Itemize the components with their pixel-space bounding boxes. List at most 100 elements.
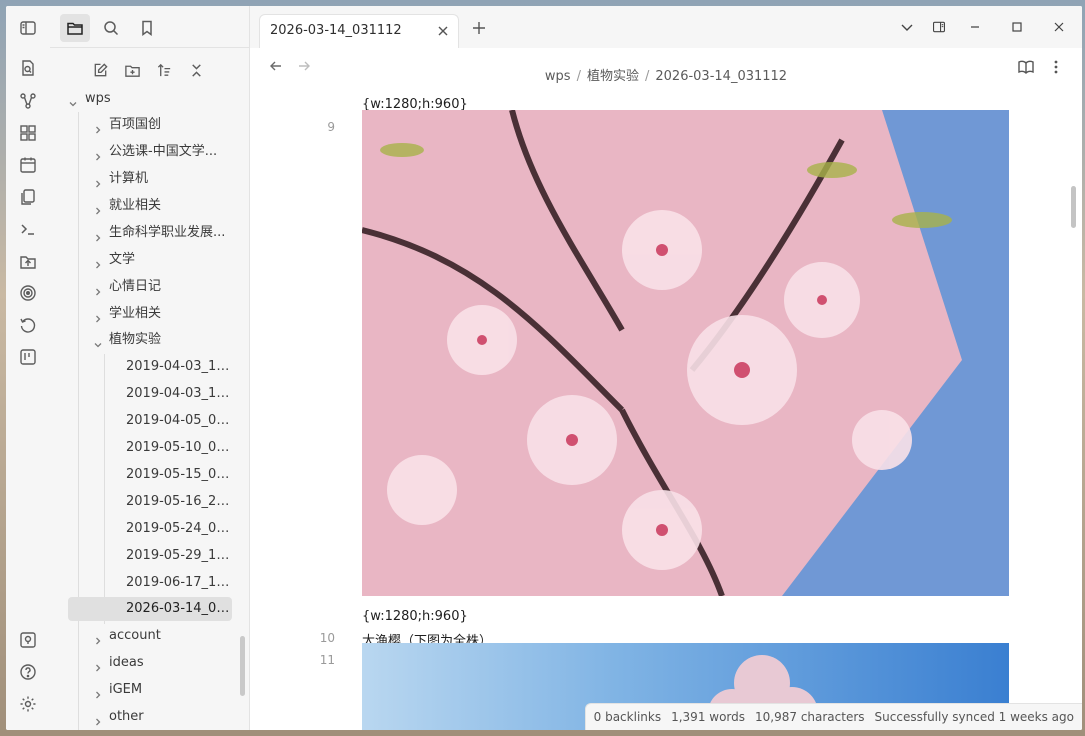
publish-icon[interactable] (16, 249, 40, 273)
tree-file-label: 2019-05-15_08... (126, 467, 230, 482)
kanban-icon[interactable] (16, 345, 40, 369)
breadcrumb-item[interactable]: 2026-03-14_031112 (655, 69, 787, 84)
chevron-right-icon (93, 120, 103, 134)
breadcrumb-item[interactable]: 植物实验 (587, 69, 639, 84)
tree-folder[interactable]: other (82, 705, 232, 729)
chevron-down-icon[interactable] (897, 17, 917, 37)
canvas-icon[interactable] (16, 121, 40, 145)
tree-root-label: wps (85, 91, 111, 106)
breadcrumb-item[interactable]: wps (545, 69, 571, 84)
plus-icon[interactable] (470, 19, 488, 37)
tree-folder[interactable]: 文学 (82, 248, 232, 272)
backlinks-count[interactable]: 0 backlinks (594, 710, 661, 724)
new-folder-icon[interactable] (120, 59, 144, 81)
tree-folder[interactable]: 学业相关 (82, 302, 232, 326)
collapse-all-icon[interactable] (184, 59, 208, 81)
tree-folder[interactable]: account (82, 624, 232, 648)
tree-folder-label: other (109, 709, 144, 724)
more-options-icon[interactable] (1047, 58, 1065, 76)
chevron-right-icon (93, 712, 103, 726)
tree-file-label: 2019-04-03_11... (126, 386, 230, 401)
tree-file-label: 2019-06-17_11... (126, 575, 230, 590)
chevron-right-icon (93, 685, 103, 699)
chevron-right-icon (93, 309, 103, 323)
tree-folder-open[interactable]: 植物实验 (82, 328, 232, 352)
command-palette-icon[interactable] (16, 217, 40, 241)
tree-folder[interactable]: iGEM (82, 678, 232, 702)
tree-folder-label: 生命科学职业发展... (109, 225, 226, 240)
reading-view-icon[interactable] (1017, 58, 1035, 76)
tree-file-active[interactable]: 2026-03-14_03... (68, 597, 232, 621)
indent-guide (104, 354, 105, 624)
tree-file[interactable]: 2019-05-10_07... (112, 436, 230, 460)
tree-file-label: 2019-05-29_15... (126, 548, 230, 563)
tree-file-label: 2019-05-24_04... (126, 521, 230, 536)
cherry-blossom-image (362, 110, 1009, 596)
tree-folder[interactable]: ideas (82, 651, 232, 675)
tree-file-label: 2019-04-05_01... (126, 413, 230, 428)
breadcrumb: wps / 植物实验/2026-03-14_031112 (544, 69, 788, 84)
close-icon[interactable] (436, 24, 450, 38)
editor-content[interactable]: {w:1280;h:960} 9 {w:1280;h:960} 10 大渔樱（下… (250, 84, 1082, 730)
chevron-right-icon (93, 174, 103, 188)
chevron-down-icon (68, 94, 78, 107)
tree-folder[interactable]: 生命科学职业发展... (82, 221, 232, 245)
tree-folder-label: 百项国创 (109, 117, 162, 132)
tree-file[interactable]: 2019-05-16_23... (112, 490, 230, 514)
tree-folder-label: 学业相关 (109, 306, 162, 321)
character-count: 10,987 characters (755, 710, 865, 724)
bookmark-icon[interactable] (132, 14, 162, 42)
tree-file[interactable]: 2019-05-15_08... (112, 463, 230, 487)
tree-folder[interactable]: 百项国创 (82, 113, 232, 137)
target-icon[interactable] (16, 281, 40, 305)
maximize-icon[interactable] (1007, 17, 1027, 37)
tab-active[interactable]: 2026-03-14_031112 (259, 14, 459, 48)
quick-switcher-icon[interactable] (16, 56, 40, 80)
files-icon[interactable] (60, 14, 90, 42)
calendar-icon[interactable] (16, 153, 40, 177)
tree-folder-label: 计算机 (109, 171, 149, 186)
sidebar-toggle-icon[interactable] (16, 16, 40, 40)
new-note-icon[interactable] (88, 59, 112, 81)
sync-status[interactable]: Successfully synced 1 weeks ago (875, 710, 1074, 724)
tree-file[interactable]: 2019-04-05_01... (112, 409, 230, 433)
tree-file[interactable]: 2019-04-03_11... (112, 382, 230, 406)
graph-icon[interactable] (16, 89, 40, 113)
status-bar: 0 backlinks 1,391 words 10,987 character… (584, 703, 1082, 730)
tree-folder[interactable]: 公选课-中国文学... (82, 140, 232, 164)
tree-folder-label: ideas (109, 655, 144, 670)
chevron-right-icon (93, 147, 103, 161)
tree-file[interactable]: 2019-05-24_04... (112, 517, 230, 541)
tree-file[interactable]: 2019-05-29_15... (112, 544, 230, 568)
tree-folder-label: 文学 (109, 252, 136, 267)
tree-file-label: 2019-05-16_23... (126, 494, 230, 509)
image-size-tag: {w:1280;h:960} (362, 609, 468, 624)
editor-scrollbar[interactable] (1071, 186, 1076, 228)
right-sidebar-toggle-icon[interactable] (929, 17, 949, 37)
search-icon[interactable] (96, 14, 126, 42)
help-icon[interactable] (16, 660, 40, 684)
file-actions (88, 59, 208, 81)
tree-folder[interactable]: 计算机 (82, 167, 232, 191)
sort-icon[interactable] (152, 59, 176, 81)
app-window: wps 百项国创 公选课-中国文学... 计算机 就业相关 生命科学职业发展..… (6, 6, 1082, 730)
line-number: 9 (327, 120, 335, 134)
vault-icon[interactable] (16, 628, 40, 652)
settings-icon[interactable] (16, 692, 40, 716)
minimize-icon[interactable] (965, 17, 985, 37)
tree-file-label: 2026-03-14_03... (126, 601, 232, 616)
sidebar-scrollbar[interactable] (240, 636, 245, 696)
tree-folder-label: iGEM (109, 682, 143, 697)
chevron-right-icon (93, 255, 103, 269)
tree-folder[interactable]: 心情日记 (82, 275, 232, 299)
tree-file[interactable]: 2019-06-17_11... (112, 571, 230, 595)
tree-root-wps[interactable]: wps (58, 87, 238, 111)
tree-file[interactable]: 2019-04-03_11... (112, 355, 230, 379)
history-icon[interactable] (16, 313, 40, 337)
window-close-icon[interactable] (1049, 17, 1069, 37)
sidebar-divider (50, 47, 249, 48)
tree-folder[interactable]: 就业相关 (82, 194, 232, 218)
templates-icon[interactable] (16, 185, 40, 209)
file-explorer-sidebar: wps 百项国创 公选课-中国文学... 计算机 就业相关 生命科学职业发展..… (50, 6, 250, 730)
tree-file-label: 2019-05-10_07... (126, 440, 230, 455)
